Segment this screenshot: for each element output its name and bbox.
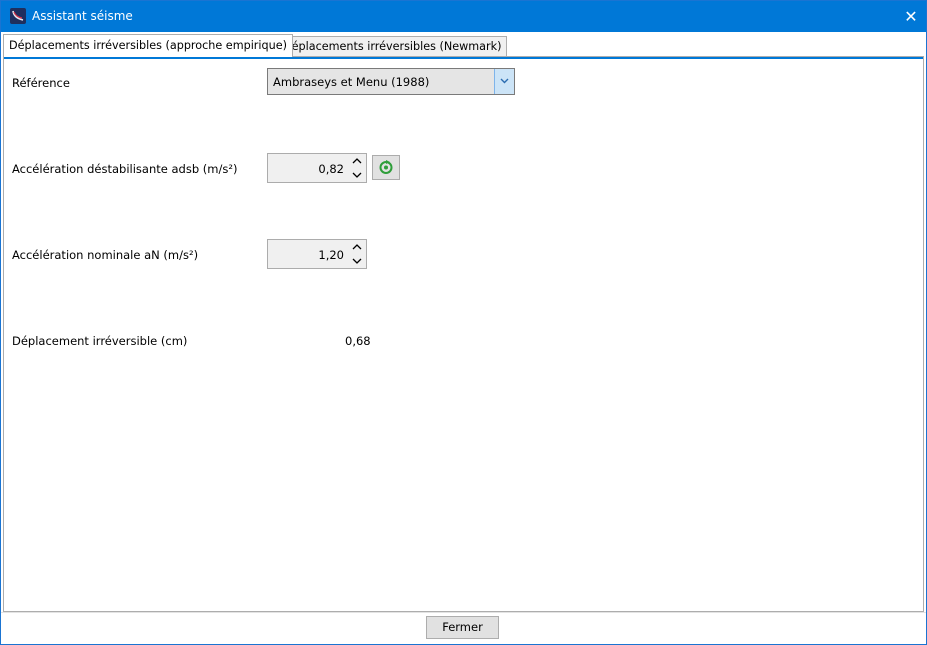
chevron-down-icon[interactable] — [494, 69, 514, 94]
window-title: Assistant séisme — [32, 9, 133, 23]
displacement-label: Déplacement irréversible (cm) — [12, 334, 188, 348]
reference-dropdown-value: Ambraseys et Menu (1988) — [273, 75, 430, 89]
tab-panel: Référence Ambraseys et Menu (1988) Accél… — [3, 56, 924, 612]
chevron-up-icon[interactable] — [348, 154, 366, 168]
adsb-stepper[interactable]: 0,82 — [267, 153, 367, 183]
dialog-footer: Fermer — [1, 612, 926, 644]
close-icon[interactable]: ✕ — [896, 1, 926, 32]
chevron-up-icon[interactable] — [348, 240, 366, 254]
refresh-button[interactable] — [372, 155, 400, 180]
an-stepper[interactable]: 1,20 — [267, 239, 367, 269]
footer-divider — [1, 612, 926, 613]
dialog-window: Assistant séisme ✕ Déplacements irrévers… — [0, 0, 927, 645]
chevron-down-icon[interactable] — [348, 254, 366, 268]
tab-empirical-approach[interactable]: Déplacements irréversibles (approche emp… — [3, 34, 293, 57]
title-bar[interactable]: Assistant séisme ✕ — [1, 1, 926, 32]
reference-label: Référence — [12, 76, 70, 90]
tab-strip: Déplacements irréversibles (approche emp… — [3, 34, 924, 57]
an-stepper-buttons — [348, 240, 366, 268]
displacement-value: 0,68 — [345, 334, 371, 348]
an-label: Accélération nominale aN (m/s²) — [12, 248, 199, 262]
adsb-value: 0,82 — [318, 162, 344, 176]
tab-newmark[interactable]: Déplacements irréversibles (Newmark) — [277, 36, 508, 56]
reference-dropdown[interactable]: Ambraseys et Menu (1988) — [267, 68, 515, 95]
refresh-icon — [379, 160, 393, 174]
adsb-stepper-buttons — [348, 154, 366, 182]
adsb-label: Accélération déstabilisante adsb (m/s²) — [12, 162, 238, 176]
chevron-down-icon[interactable] — [348, 168, 366, 182]
panel-accent-line — [4, 57, 923, 59]
close-button[interactable]: Fermer — [426, 616, 499, 639]
an-value: 1,20 — [318, 248, 344, 262]
app-seismic-icon — [10, 8, 26, 24]
